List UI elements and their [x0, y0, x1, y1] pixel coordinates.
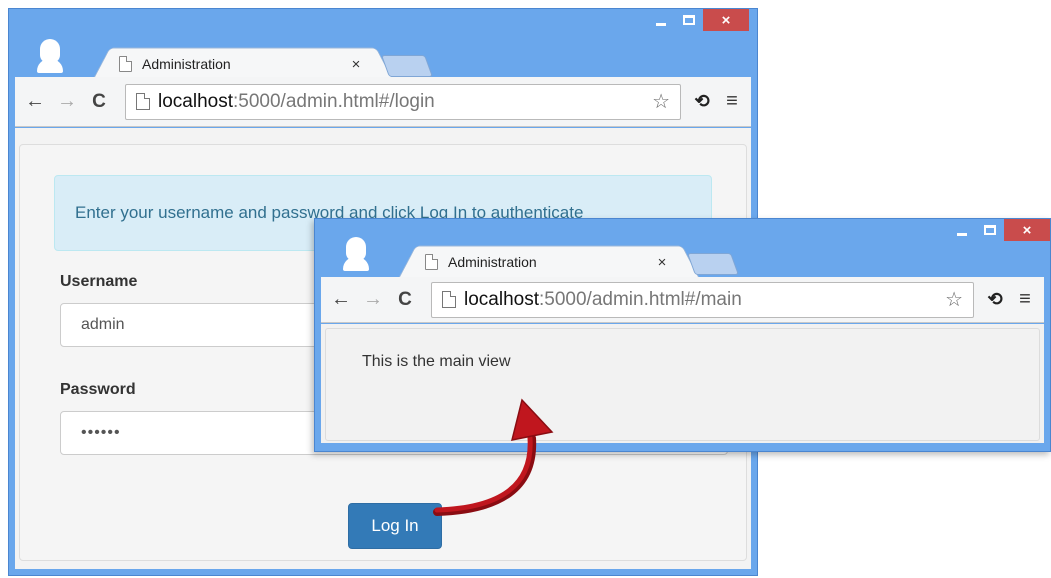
- minimize-button[interactable]: [647, 9, 675, 31]
- title-bar: Administration × ×: [9, 9, 757, 79]
- forward-arrow-icon[interactable]: →: [361, 288, 385, 311]
- new-tab-button[interactable]: [380, 55, 434, 77]
- new-tab-button[interactable]: [686, 253, 740, 275]
- tab-administration[interactable]: Administration ×: [415, 247, 685, 277]
- address-bar[interactable]: localhost:5000/admin.html#/login ☆: [125, 83, 681, 120]
- close-button[interactable]: ×: [1004, 219, 1050, 241]
- back-arrow-icon[interactable]: ←: [329, 288, 353, 311]
- page-icon: [442, 291, 456, 308]
- extension-icon[interactable]: ⟲: [980, 289, 1010, 310]
- url-host: localhost: [158, 90, 233, 112]
- back-arrow-icon[interactable]: ←: [23, 90, 47, 113]
- tab-title: Administration: [142, 56, 231, 72]
- menu-icon[interactable]: ≡: [1010, 288, 1040, 311]
- tab-close-icon[interactable]: ×: [653, 254, 671, 271]
- menu-icon[interactable]: ≡: [717, 90, 747, 113]
- close-button[interactable]: ×: [703, 9, 749, 31]
- log-in-button[interactable]: Log In: [348, 503, 442, 549]
- main-view-text: This is the main view: [362, 353, 511, 370]
- url-path: :5000/admin.html#/main: [539, 288, 742, 310]
- page-icon: [119, 56, 132, 72]
- star-icon[interactable]: ☆: [652, 89, 670, 114]
- star-icon[interactable]: ☆: [945, 287, 963, 312]
- url-host: localhost: [464, 288, 539, 310]
- browser-toolbar: ← → C localhost:5000/admin.html#/login ☆…: [15, 77, 751, 127]
- password-label: Password: [60, 381, 136, 398]
- page-icon: [136, 93, 150, 110]
- browser-toolbar: ← → C localhost:5000/admin.html#/main ☆ …: [321, 277, 1044, 323]
- tab-close-icon[interactable]: ×: [347, 56, 365, 73]
- maximize-button[interactable]: [675, 9, 703, 31]
- page-content: This is the main view: [321, 324, 1044, 443]
- forward-arrow-icon[interactable]: →: [55, 90, 79, 113]
- main-view-panel: This is the main view: [325, 328, 1040, 441]
- username-label: Username: [60, 273, 138, 290]
- tab-administration[interactable]: Administration ×: [109, 49, 379, 79]
- profile-avatar-icon[interactable]: [37, 39, 63, 73]
- minimize-button[interactable]: [948, 219, 976, 241]
- title-bar: Administration × ×: [315, 219, 1050, 277]
- maximize-button[interactable]: [976, 219, 1004, 241]
- tab-title: Administration: [448, 254, 537, 270]
- window-controls: ×: [948, 219, 1050, 241]
- reload-icon[interactable]: C: [87, 91, 111, 113]
- profile-avatar-icon[interactable]: [343, 237, 369, 271]
- main-browser-window: Administration × × ← → C localhost:5000/…: [314, 218, 1051, 452]
- address-bar[interactable]: localhost:5000/admin.html#/main ☆: [431, 281, 974, 318]
- window-controls: ×: [647, 9, 749, 31]
- url-path: :5000/admin.html#/login: [233, 90, 435, 112]
- reload-icon[interactable]: C: [393, 289, 417, 311]
- extension-icon[interactable]: ⟲: [687, 91, 717, 112]
- page-icon: [425, 254, 438, 270]
